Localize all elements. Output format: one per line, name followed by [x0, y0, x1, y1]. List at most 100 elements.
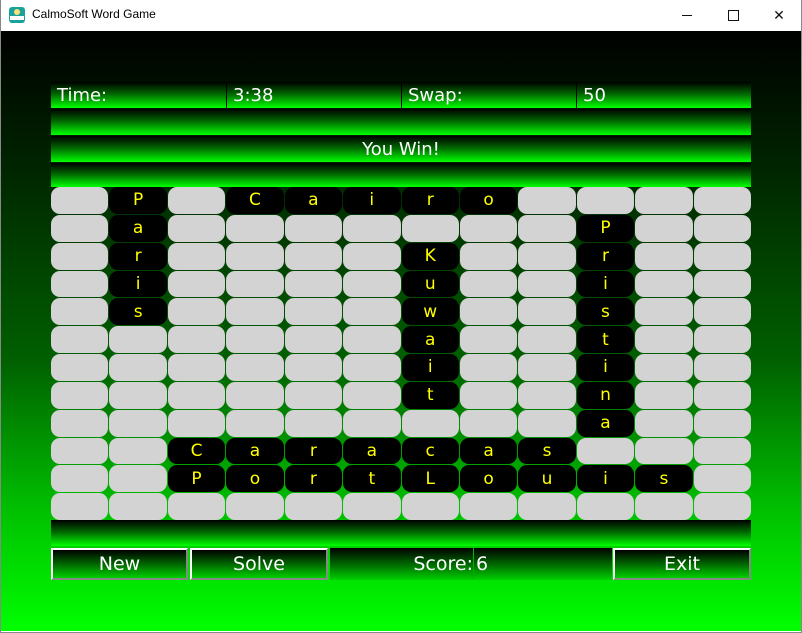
letter-tile[interactable]: i	[343, 187, 401, 214]
empty-tile[interactable]	[518, 326, 576, 353]
empty-tile[interactable]	[518, 270, 576, 298]
empty-tile[interactable]	[518, 409, 576, 437]
empty-tile[interactable]	[51, 298, 109, 326]
empty-tile[interactable]	[576, 187, 635, 214]
empty-tile[interactable]	[693, 270, 751, 298]
empty-tile[interactable]	[51, 270, 109, 298]
empty-tile[interactable]	[226, 381, 284, 409]
letter-tile[interactable]: t	[343, 465, 401, 493]
empty-tile[interactable]	[226, 242, 284, 270]
empty-tile[interactable]	[109, 409, 167, 437]
letter-tile[interactable]: s	[635, 465, 693, 493]
empty-tile[interactable]	[518, 242, 576, 270]
letter-tile[interactable]: s	[576, 298, 635, 326]
letter-tile[interactable]: s	[518, 437, 576, 465]
empty-tile[interactable]	[343, 381, 401, 409]
letter-tile[interactable]: o	[459, 187, 518, 214]
letter-tile[interactable]: i	[401, 354, 459, 381]
empty-tile[interactable]	[343, 493, 401, 520]
empty-tile[interactable]	[109, 326, 167, 353]
empty-tile[interactable]	[693, 437, 751, 465]
empty-tile[interactable]	[635, 354, 693, 381]
empty-tile[interactable]	[401, 214, 459, 242]
empty-tile[interactable]	[51, 465, 109, 493]
empty-tile[interactable]	[284, 381, 343, 409]
empty-tile[interactable]	[226, 409, 284, 437]
empty-tile[interactable]	[635, 437, 693, 465]
letter-tile[interactable]: u	[518, 465, 576, 493]
empty-tile[interactable]	[635, 381, 693, 409]
empty-tile[interactable]	[284, 354, 343, 381]
letter-tile[interactable]: c	[401, 437, 459, 465]
empty-tile[interactable]	[518, 354, 576, 381]
letter-tile[interactable]: a	[459, 437, 518, 465]
empty-tile[interactable]	[459, 326, 518, 353]
minimize-button[interactable]	[664, 0, 710, 31]
empty-tile[interactable]	[167, 298, 226, 326]
letter-tile[interactable]: r	[109, 242, 167, 270]
letter-tile[interactable]: o	[459, 465, 518, 493]
empty-tile[interactable]	[226, 354, 284, 381]
empty-tile[interactable]	[459, 270, 518, 298]
empty-tile[interactable]	[518, 493, 576, 520]
empty-tile[interactable]	[284, 409, 343, 437]
empty-tile[interactable]	[51, 437, 109, 465]
letter-tile[interactable]: o	[226, 465, 284, 493]
empty-tile[interactable]	[51, 214, 109, 242]
empty-tile[interactable]	[109, 381, 167, 409]
letter-tile[interactable]: C	[167, 437, 226, 465]
empty-tile[interactable]	[167, 187, 226, 214]
empty-tile[interactable]	[343, 242, 401, 270]
letter-tile[interactable]: i	[576, 270, 635, 298]
empty-tile[interactable]	[459, 409, 518, 437]
empty-tile[interactable]	[401, 493, 459, 520]
letter-tile[interactable]: s	[109, 298, 167, 326]
empty-tile[interactable]	[226, 214, 284, 242]
empty-tile[interactable]	[693, 326, 751, 353]
empty-tile[interactable]	[518, 381, 576, 409]
empty-tile[interactable]	[284, 270, 343, 298]
empty-tile[interactable]	[635, 242, 693, 270]
empty-tile[interactable]	[635, 298, 693, 326]
empty-tile[interactable]	[226, 270, 284, 298]
empty-tile[interactable]	[284, 214, 343, 242]
empty-tile[interactable]	[693, 465, 751, 493]
empty-tile[interactable]	[226, 493, 284, 520]
empty-tile[interactable]	[693, 381, 751, 409]
empty-tile[interactable]	[51, 409, 109, 437]
empty-tile[interactable]	[51, 187, 109, 214]
empty-tile[interactable]	[459, 354, 518, 381]
empty-tile[interactable]	[167, 409, 226, 437]
empty-tile[interactable]	[693, 354, 751, 381]
letter-tile[interactable]: u	[401, 270, 459, 298]
empty-tile[interactable]	[343, 326, 401, 353]
empty-tile[interactable]	[51, 354, 109, 381]
letter-tile[interactable]: K	[401, 242, 459, 270]
empty-tile[interactable]	[635, 409, 693, 437]
close-button[interactable]: ✕	[756, 0, 802, 31]
letter-tile[interactable]: n	[576, 381, 635, 409]
empty-tile[interactable]	[693, 493, 751, 520]
empty-tile[interactable]	[343, 270, 401, 298]
empty-tile[interactable]	[51, 242, 109, 270]
letter-tile[interactable]: C	[226, 187, 284, 214]
letter-tile[interactable]: i	[576, 354, 635, 381]
empty-tile[interactable]	[459, 214, 518, 242]
empty-tile[interactable]	[167, 242, 226, 270]
empty-tile[interactable]	[51, 381, 109, 409]
solve-button[interactable]: Solve	[190, 548, 328, 580]
empty-tile[interactable]	[635, 493, 693, 520]
letter-tile[interactable]: i	[109, 270, 167, 298]
empty-tile[interactable]	[167, 326, 226, 353]
empty-tile[interactable]	[167, 493, 226, 520]
empty-tile[interactable]	[226, 326, 284, 353]
letter-tile[interactable]: r	[576, 242, 635, 270]
letter-tile[interactable]: i	[576, 465, 635, 493]
empty-tile[interactable]	[693, 409, 751, 437]
letter-tile[interactable]: w	[401, 298, 459, 326]
empty-tile[interactable]	[109, 354, 167, 381]
empty-tile[interactable]	[109, 493, 167, 520]
letter-tile[interactable]: P	[576, 214, 635, 242]
empty-tile[interactable]	[343, 354, 401, 381]
empty-tile[interactable]	[635, 187, 693, 214]
